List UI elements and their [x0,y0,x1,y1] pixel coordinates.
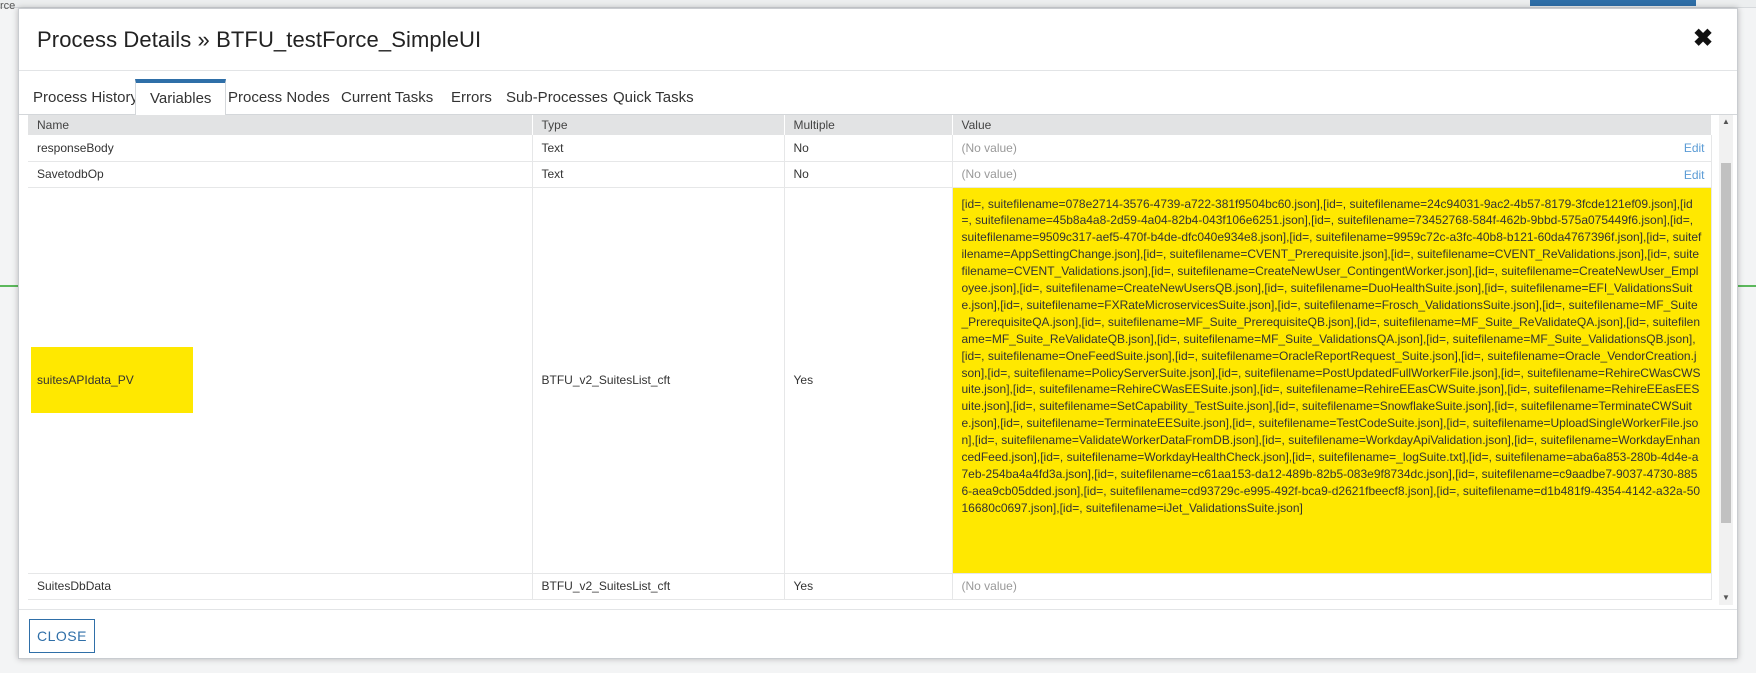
table-row: SuitesDbData BTFU_v2_SuitesList_cft Yes … [28,573,1712,600]
table-scrollbar[interactable]: ▲ ▼ [1719,115,1733,605]
tab-process-nodes[interactable]: Process Nodes [214,79,344,115]
variables-table: Name Type Multiple Value responseBody Te… [28,115,1712,600]
highlighted-variable-name: suitesAPIdata_PV [31,347,193,413]
cell-type: BTFU_v2_SuitesList_cft [532,187,785,574]
cell-multiple: Yes [784,187,953,574]
background-app-bar: rce [0,0,1756,12]
value-text: (No value) [961,167,1017,181]
cell-type: Text [532,135,785,162]
cell-name: responseBody [28,135,533,162]
background-label: rce [0,0,16,12]
column-header-value[interactable]: Value [952,115,1712,135]
cell-type: BTFU_v2_SuitesList_cft [532,573,785,600]
process-details-dialog: Process Details » BTFU_testForce_SimpleU… [18,8,1738,659]
tab-current-tasks[interactable]: Current Tasks [327,79,447,115]
tab-quick-tasks[interactable]: Quick Tasks [599,79,708,115]
cell-multiple: Yes [784,573,953,600]
cell-name: SavetodbOp [28,161,533,188]
edit-link[interactable]: Edit [1684,141,1705,155]
table-row: SavetodbOp Text No (No value) Edit [28,161,1712,188]
column-header-type[interactable]: Type [532,115,785,135]
background-button [1530,0,1696,6]
scroll-down-icon[interactable]: ▼ [1719,591,1733,605]
cell-multiple: No [784,135,953,162]
background-connector-left [0,285,18,287]
table-header-row: Name Type Multiple Value [28,115,1712,135]
cell-value: (No value) Edit [952,161,1712,188]
tab-process-history[interactable]: Process History [19,79,152,115]
value-text: (No value) [961,140,1017,155]
edit-link[interactable]: Edit [1684,168,1705,182]
column-header-name[interactable]: Name [28,115,533,135]
cell-type: Text [532,161,785,188]
cell-name: SuitesDbData [28,573,533,600]
variables-table-container: Name Type Multiple Value responseBody Te… [28,115,1727,617]
dialog-footer: CLOSE [19,609,1737,660]
cell-multiple: No [784,161,953,188]
cell-value: (No value) [952,573,1712,600]
background-connector-right [1738,285,1756,287]
table-row: suitesAPIdata_PV BTFU_v2_SuitesList_cft … [28,187,1712,574]
tab-variables[interactable]: Variables [135,79,227,116]
cell-value: [id=, suitefilename=078e2714-3576-4739-a… [952,187,1712,574]
close-icon[interactable]: ✖ [1691,27,1715,51]
cell-name: suitesAPIdata_PV [28,187,533,574]
column-header-multiple[interactable]: Multiple [784,115,953,135]
dialog-header: Process Details » BTFU_testForce_SimpleU… [19,9,1737,71]
cell-value: (No value) Edit [952,135,1712,162]
dialog-title: Process Details » BTFU_testForce_SimpleU… [37,27,482,52]
scroll-up-icon[interactable]: ▲ [1719,115,1733,129]
tab-bar: Process History Variables Process Nodes … [19,79,1737,116]
scrollbar-thumb[interactable] [1721,163,1731,523]
close-button[interactable]: CLOSE [29,619,95,653]
table-row: responseBody Text No (No value) Edit [28,135,1712,162]
